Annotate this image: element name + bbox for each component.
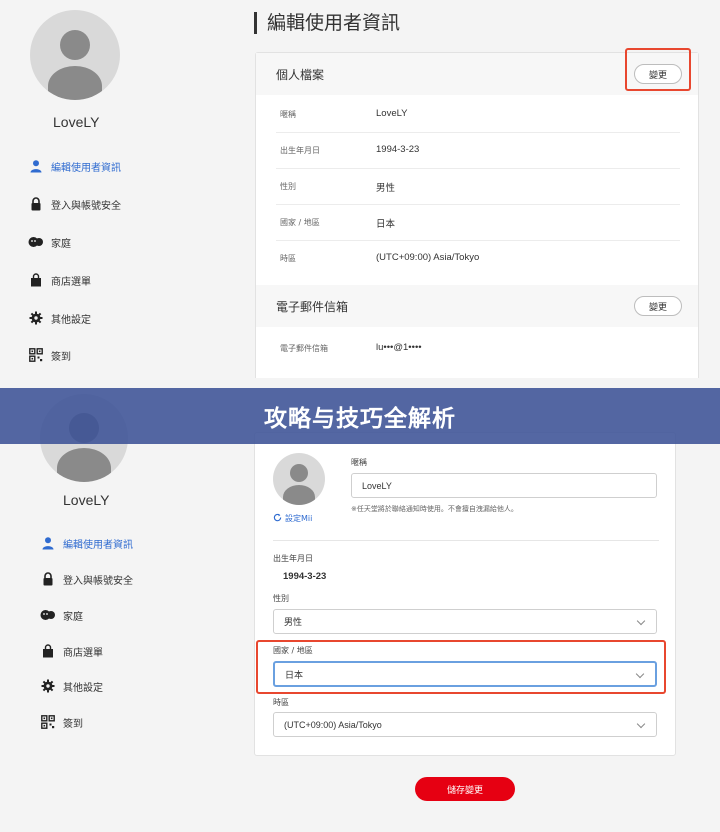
qr-code-icon xyxy=(28,347,44,363)
gender-label: 性別 xyxy=(273,594,289,603)
user-icon xyxy=(40,535,56,551)
user-icon xyxy=(28,158,44,174)
avatar-head xyxy=(290,464,308,482)
row-label: 暱稱 xyxy=(280,110,296,119)
row-label: 電子郵件信箱 xyxy=(280,344,328,353)
avatar-body xyxy=(48,66,102,100)
gear-icon xyxy=(28,310,44,326)
profile-row-gender: 性別 男性 xyxy=(276,169,680,205)
sidebar-item-label: 家庭 xyxy=(63,611,83,623)
profile-row-country: 國家 / 地區 日本 xyxy=(276,205,680,241)
lock-icon xyxy=(28,196,44,212)
sidebar-item-other-settings[interactable]: 其他設定 xyxy=(28,310,91,326)
row-value: (UTC+09:00) Asia/Tokyo xyxy=(376,252,480,263)
row-label: 時區 xyxy=(280,254,296,263)
profile-row-timezone: 時區 (UTC+09:00) Asia/Tokyo xyxy=(276,241,680,277)
divider xyxy=(273,540,659,541)
nickname-note: ※任天堂將於聯絡通知時使用。不會擅自洩漏給他人。 xyxy=(351,505,518,513)
shopping-bag-icon xyxy=(40,643,56,659)
sidebar-item-other-settings[interactable]: 其他設定 xyxy=(40,678,103,694)
email-row: 電子郵件信箱 lu•••@1•••• xyxy=(276,331,680,367)
sidebar-item-label: 編輯使用者資訊 xyxy=(51,162,121,174)
top-screen: LoveLY 編輯使用者資訊 登入與帳號安全 家庭 商店選單 其他設定 簽到 編… xyxy=(0,0,720,378)
nickname-input[interactable]: LoveLY xyxy=(351,473,657,498)
family-icon xyxy=(28,234,44,250)
sidebar-item-label: 家庭 xyxy=(51,238,71,250)
avatar-body xyxy=(57,448,111,482)
sidebar-item-check-in[interactable]: 簽到 xyxy=(28,347,71,363)
sidebar-item-edit-user-info[interactable]: 編輯使用者資訊 xyxy=(28,158,121,174)
sidebar-item-label: 簽到 xyxy=(51,351,71,363)
refresh-icon xyxy=(273,513,282,524)
highlight-box xyxy=(256,640,666,694)
email-section-header: 電子郵件信箱 變更 xyxy=(256,285,698,327)
title-banner: 攻略与技巧全解析 xyxy=(0,388,720,444)
sidebar-item-label: 登入與帳號安全 xyxy=(51,200,121,212)
sidebar-item-shop-menu[interactable]: 商店選單 xyxy=(40,643,103,659)
banner-text: 攻略与技巧全解析 xyxy=(264,406,456,432)
profile-card: 個人檔案 變更 暱稱 LoveLY 出生年月日 1994-3-23 性別 男性 … xyxy=(255,52,699,378)
timezone-label: 時區 xyxy=(273,698,289,707)
sidebar-item-label: 登入與帳號安全 xyxy=(63,575,133,587)
username: LoveLY xyxy=(53,114,100,130)
profile-section-title: 個人檔案 xyxy=(276,68,325,82)
sidebar-item-login-security[interactable]: 登入與帳號安全 xyxy=(28,196,121,212)
row-value: 日本 xyxy=(376,219,396,230)
shopping-bag-icon xyxy=(28,272,44,288)
profile-row-nickname: 暱稱 LoveLY xyxy=(276,97,680,133)
nickname-label: 暱稱 xyxy=(351,458,367,467)
sidebar-item-label: 商店選單 xyxy=(51,276,91,288)
gear-icon xyxy=(40,678,56,694)
sidebar-item-label: 編輯使用者資訊 xyxy=(63,539,133,551)
mii-avatar[interactable] xyxy=(273,453,325,505)
avatar-head xyxy=(60,30,90,60)
family-icon xyxy=(40,607,56,623)
row-label: 性別 xyxy=(280,182,296,191)
avatar-body xyxy=(283,485,315,505)
lock-icon xyxy=(40,571,56,587)
sidebar-item-login-security[interactable]: 登入與帳號安全 xyxy=(40,571,133,587)
birthdate-value: 1994-3-23 xyxy=(283,571,327,582)
set-mii-label: 設定Mii xyxy=(285,514,313,523)
bottom-screen: LoveLY 編輯使用者資訊 登入與帳號安全 家庭 商店選單 其他設定 簽到 設… xyxy=(0,378,720,832)
page-title: 編輯使用者資訊 xyxy=(254,12,400,34)
email-change-button[interactable]: 變更 xyxy=(634,296,682,316)
sidebar-item-label: 簽到 xyxy=(63,718,83,730)
row-label: 出生年月日 xyxy=(280,146,320,155)
row-value: 1994-3-23 xyxy=(376,144,420,155)
username: LoveLY xyxy=(63,492,110,508)
sidebar-item-label: 其他設定 xyxy=(63,682,103,694)
set-mii-link[interactable]: 設定Mii xyxy=(273,513,312,524)
profile-row-birthdate: 出生年月日 1994-3-23 xyxy=(276,133,680,169)
sidebar-item-family[interactable]: 家庭 xyxy=(40,607,83,623)
row-label: 國家 / 地區 xyxy=(280,218,320,227)
highlight-box xyxy=(625,48,691,91)
birthdate-label: 出生年月日 xyxy=(273,554,313,563)
sidebar-item-family[interactable]: 家庭 xyxy=(28,234,71,250)
timezone-select[interactable]: (UTC+09:00) Asia/Tokyo xyxy=(273,712,657,737)
gender-select[interactable]: 男性 xyxy=(273,609,657,634)
save-changes-button[interactable]: 儲存變更 xyxy=(415,777,515,801)
edit-profile-form: 設定Mii 暱稱 LoveLY ※任天堂將於聯絡通知時使用。不會擅自洩漏給他人。… xyxy=(254,432,676,756)
sidebar-item-edit-user-info[interactable]: 編輯使用者資訊 xyxy=(40,535,133,551)
sidebar-item-shop-menu[interactable]: 商店選單 xyxy=(28,272,91,288)
qr-code-icon xyxy=(40,714,56,730)
sidebar-item-check-in[interactable]: 簽到 xyxy=(40,714,83,730)
sidebar-item-label: 其他設定 xyxy=(51,314,91,326)
sidebar-item-label: 商店選單 xyxy=(63,647,103,659)
row-value: lu•••@1•••• xyxy=(376,342,422,353)
avatar xyxy=(30,10,120,100)
row-value: 男性 xyxy=(376,183,396,194)
row-value: LoveLY xyxy=(376,108,408,119)
email-section-title: 電子郵件信箱 xyxy=(276,300,349,314)
